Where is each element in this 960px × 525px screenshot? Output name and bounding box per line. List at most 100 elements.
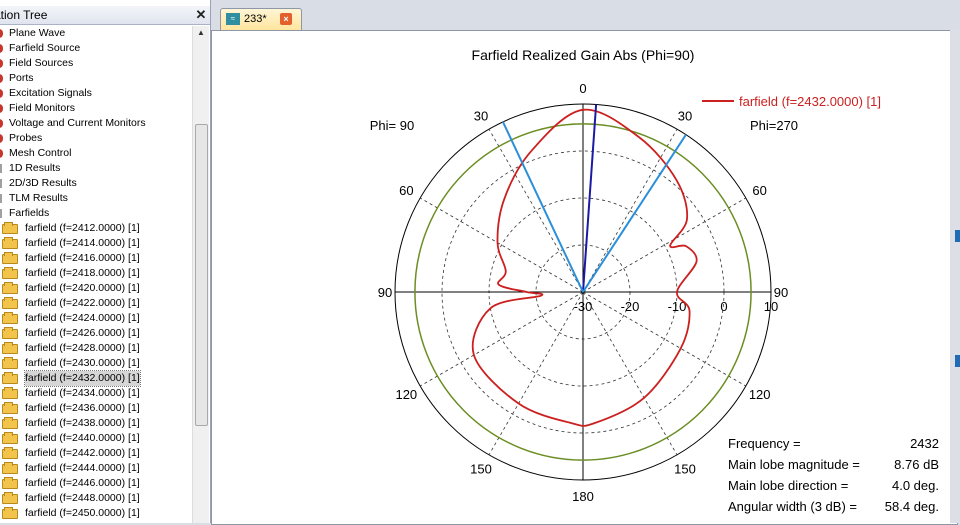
beamwidth-edge-line bbox=[582, 134, 687, 293]
tree-item-label: Field Monitors bbox=[9, 102, 75, 114]
tab-233[interactable]: ≈ 233* × bbox=[220, 8, 302, 31]
scroll-thumb[interactable] bbox=[195, 124, 208, 426]
navigation-tree-panel: ation Tree ✕ Plane Wave Farfield Source Fi… bbox=[0, 0, 211, 523]
tree-item[interactable]: farfield (f=2436.0000) [1] bbox=[0, 401, 192, 416]
plot-view: Farfield Realized Gain Abs (Phi=90) Phi= … bbox=[211, 30, 958, 525]
folder-icon bbox=[2, 507, 18, 519]
tree-item[interactable]: farfield (f=2430.0000) [1] bbox=[0, 356, 192, 371]
tree-scrollbar[interactable]: ▲ bbox=[192, 26, 209, 523]
folder-icon bbox=[2, 267, 18, 279]
tree-item[interactable]: Ports bbox=[0, 71, 192, 86]
folder-icon bbox=[2, 372, 18, 384]
close-icon[interactable]: ✕ bbox=[194, 6, 208, 24]
tree-item[interactable]: farfield (f=2428.0000) [1] bbox=[0, 341, 192, 356]
radial-tick-label: 10 bbox=[764, 299, 778, 314]
grid-spoke bbox=[488, 291, 584, 456]
tree-item[interactable]: farfield (f=2422.0000) [1] bbox=[0, 296, 192, 311]
red-node-icon bbox=[0, 149, 3, 158]
panel-marker bbox=[955, 355, 960, 367]
folder-icon bbox=[2, 477, 18, 489]
tree-item[interactable]: farfield (f=2418.0000) [1] bbox=[0, 266, 192, 281]
tree-item[interactable]: farfield (f=2426.0000) [1] bbox=[0, 326, 192, 341]
tree-item[interactable]: farfield (f=2446.0000) [1] bbox=[0, 476, 192, 491]
tree-item[interactable]: Field Monitors bbox=[0, 101, 192, 116]
tree-item[interactable]: Field Sources bbox=[0, 56, 192, 71]
tree-item-label: farfield (f=2430.0000) [1] bbox=[25, 357, 140, 369]
radial-tick-label: -20 bbox=[621, 299, 640, 314]
info-value: 4.0 deg. bbox=[892, 478, 939, 493]
radial-tick-label: -30 bbox=[574, 299, 593, 314]
tree-item-label: 2D/3D Results bbox=[9, 177, 77, 189]
tree-item[interactable]: Farfields bbox=[0, 206, 192, 221]
tab-close-icon[interactable]: × bbox=[280, 13, 292, 25]
folder-icon bbox=[2, 462, 18, 474]
tree-item-label: farfield (f=2434.0000) [1] bbox=[25, 387, 140, 399]
tree-item[interactable]: Mesh Control bbox=[0, 146, 192, 161]
angle-label: 30 bbox=[678, 108, 692, 123]
tree-item-label: farfield (f=2426.0000) [1] bbox=[25, 327, 140, 339]
grid-spoke bbox=[419, 291, 584, 387]
tree-item-label: farfield (f=2438.0000) [1] bbox=[25, 417, 140, 429]
tree-item-label: farfield (f=2418.0000) [1] bbox=[25, 267, 140, 279]
red-node-icon bbox=[0, 119, 3, 128]
tree-item[interactable]: farfield (f=2412.0000) [1] bbox=[0, 221, 192, 236]
folder-icon bbox=[2, 222, 18, 234]
folder-icon bbox=[2, 252, 18, 264]
folder-icon bbox=[2, 342, 18, 354]
tree-item[interactable]: 1D Results bbox=[0, 161, 192, 176]
farfield-plot-icon: ≈ bbox=[226, 13, 240, 25]
grid-spoke bbox=[582, 128, 678, 293]
chart-title: Farfield Realized Gain Abs (Phi=90) bbox=[472, 47, 695, 63]
tree-item[interactable]: Farfield Source bbox=[0, 41, 192, 56]
tree-item[interactable]: Plane Wave bbox=[0, 26, 192, 41]
tree-header: ation Tree ✕ bbox=[0, 6, 210, 25]
tree-item[interactable]: farfield (f=2448.0000) [1] bbox=[0, 491, 192, 506]
info-value: 58.4 deg. bbox=[885, 499, 939, 514]
tree-item-label: farfield (f=2412.0000) [1] bbox=[25, 222, 140, 234]
gray-node-icon bbox=[0, 209, 2, 218]
phi-left-label: Phi= 90 bbox=[370, 118, 414, 133]
tree-item-label: farfield (f=2444.0000) [1] bbox=[25, 462, 140, 474]
folder-icon bbox=[2, 447, 18, 459]
angle-label: 30 bbox=[474, 108, 488, 123]
tree-item[interactable]: farfield (f=2450.0000) [1] bbox=[0, 506, 192, 521]
tree-item-label: TLM Results bbox=[9, 192, 68, 204]
tree-item-label: farfield (f=2432.0000) [1] bbox=[24, 370, 141, 387]
tree-item[interactable]: farfield (f=2444.0000) [1] bbox=[0, 461, 192, 476]
folder-icon bbox=[2, 282, 18, 294]
angle-label: 90 bbox=[378, 285, 392, 300]
tree-item[interactable]: Excitation Signals bbox=[0, 86, 192, 101]
tree-item[interactable]: farfield (f=2442.0000) [1] bbox=[0, 446, 192, 461]
tree-item-label: Plane Wave bbox=[9, 27, 66, 39]
info-label: Angular width (3 dB) = bbox=[728, 499, 857, 514]
tree-item[interactable]: farfield (f=2440.0000) [1] bbox=[0, 431, 192, 446]
scroll-up-arrow-icon[interactable]: ▲ bbox=[193, 26, 209, 40]
red-node-icon bbox=[0, 89, 3, 98]
tree-item[interactable]: Voltage and Current Monitors bbox=[0, 116, 192, 131]
tree-item[interactable]: farfield (f=2432.0000) [1] bbox=[0, 370, 192, 387]
tree-item-label: Ports bbox=[9, 72, 34, 84]
folder-icon bbox=[2, 297, 18, 309]
folder-icon bbox=[2, 417, 18, 429]
angle-label: 60 bbox=[752, 183, 766, 198]
tree-item[interactable]: farfield (f=2438.0000) [1] bbox=[0, 416, 192, 431]
tree-item[interactable]: farfield (f=2414.0000) [1] bbox=[0, 236, 192, 251]
info-value: 8.76 dB bbox=[894, 457, 939, 472]
tree-item[interactable]: farfield (f=2420.0000) [1] bbox=[0, 281, 192, 296]
folder-icon bbox=[2, 237, 18, 249]
tree-item[interactable]: TLM Results bbox=[0, 191, 192, 206]
tree-item[interactable]: farfield (f=2424.0000) [1] bbox=[0, 311, 192, 326]
tree-item-label: Field Sources bbox=[9, 57, 74, 69]
right-panel-edge bbox=[950, 30, 960, 523]
tree-item[interactable]: farfield (f=2416.0000) [1] bbox=[0, 251, 192, 266]
angle-label: 180 bbox=[572, 489, 594, 504]
red-node-icon bbox=[0, 104, 3, 113]
tree-item[interactable]: 2D/3D Results bbox=[0, 176, 192, 191]
tree-item[interactable]: Probes bbox=[0, 131, 192, 146]
folder-icon bbox=[2, 492, 18, 504]
red-node-icon bbox=[0, 59, 3, 68]
angle-label: 120 bbox=[395, 387, 417, 402]
angle-label: 0 bbox=[579, 81, 586, 96]
tree-item[interactable]: farfield (f=2434.0000) [1] bbox=[0, 386, 192, 401]
tree-item-label: farfield (f=2428.0000) [1] bbox=[25, 342, 140, 354]
